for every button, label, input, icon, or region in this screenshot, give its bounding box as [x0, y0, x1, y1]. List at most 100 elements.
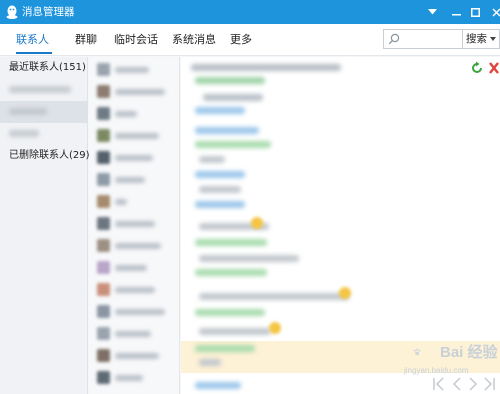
- search-input[interactable]: [383, 29, 463, 49]
- blurred-label: [115, 287, 155, 293]
- prev-page-icon[interactable]: [450, 376, 464, 392]
- list-item[interactable]: [89, 191, 179, 213]
- qq-penguin-icon: [6, 5, 18, 19]
- avatar: [97, 107, 110, 120]
- list-item[interactable]: [89, 81, 179, 103]
- blurred-label: [115, 177, 145, 183]
- blurred-label: [115, 243, 161, 249]
- tab-contacts[interactable]: 联系人: [16, 33, 49, 47]
- avatar: [97, 261, 110, 274]
- contact-list: [89, 57, 180, 394]
- blurred-text: [195, 269, 267, 276]
- list-item[interactable]: [89, 279, 179, 301]
- refresh-icon[interactable]: [470, 61, 484, 75]
- blurred-label: [115, 89, 165, 95]
- group-label: 已删除联系人(29): [9, 150, 90, 161]
- blurred-label: [115, 331, 151, 337]
- list-item[interactable]: [89, 169, 179, 191]
- next-page-icon[interactable]: [466, 376, 480, 392]
- tab-group-chat[interactable]: 群聊: [75, 33, 97, 47]
- window-title: 消息管理器: [22, 6, 75, 18]
- blurred-text: [195, 141, 271, 148]
- group-recent-contacts[interactable]: 最近联系人(151): [0, 57, 88, 79]
- list-item[interactable]: [89, 235, 179, 257]
- blurred-text: [199, 293, 349, 300]
- blurred-label: [115, 133, 159, 139]
- group-blurred-2[interactable]: [0, 101, 88, 123]
- blurred-text: [203, 94, 263, 101]
- list-item[interactable]: [89, 301, 179, 323]
- search-button-label: 搜索: [466, 33, 487, 45]
- first-page-icon[interactable]: [432, 376, 446, 392]
- list-item[interactable]: [89, 257, 179, 279]
- blurred-label: [9, 129, 39, 137]
- avatar: [97, 327, 110, 340]
- blurred-label: [115, 67, 149, 73]
- blurred-label: [115, 111, 137, 117]
- blurred-label: [115, 221, 155, 227]
- search-icon: [388, 33, 400, 45]
- avatar: [97, 85, 110, 98]
- blurred-text: [195, 382, 241, 389]
- list-item[interactable]: [89, 323, 179, 345]
- baidu-paw-logo: [413, 348, 421, 356]
- group-deleted-contacts[interactable]: 已删除联系人(29): [0, 145, 90, 167]
- avatar: [97, 217, 110, 230]
- blurred-label: [115, 265, 147, 271]
- message-manager-window: 消息管理器 联系人 群聊 临时会话 系统消息 更多 搜索 最近联系人(151): [0, 0, 500, 394]
- avatar: [97, 305, 110, 318]
- blurred-label: [115, 199, 127, 205]
- list-item[interactable]: [89, 125, 179, 147]
- list-item[interactable]: [89, 367, 179, 389]
- tab-system-messages[interactable]: 系统消息: [172, 33, 216, 47]
- avatar: [97, 239, 110, 252]
- list-item[interactable]: [89, 103, 179, 125]
- avatar: [97, 63, 110, 76]
- avatar: [97, 151, 110, 164]
- tab-more[interactable]: 更多: [230, 33, 252, 47]
- blurred-text: [195, 171, 245, 178]
- blurred-text: [195, 309, 265, 316]
- dropdown-arrow-icon[interactable]: [420, 0, 444, 24]
- group-blurred-1[interactable]: [0, 79, 88, 101]
- blurred-text: [199, 359, 221, 366]
- blurred-label: [115, 353, 159, 359]
- blurred-text: [191, 64, 341, 71]
- blurred-text: [195, 77, 265, 84]
- avatar: [97, 349, 110, 362]
- group-blurred-3[interactable]: [0, 123, 88, 145]
- emoji-icon: [339, 287, 351, 299]
- tab-temp-session[interactable]: 临时会话: [114, 33, 158, 47]
- blurred-label: [115, 309, 165, 315]
- close-icon[interactable]: [484, 0, 500, 24]
- blurred-text: [195, 239, 267, 246]
- blurred-text: [199, 255, 299, 262]
- blurred-text: [199, 156, 225, 163]
- watermark-subtext: jingyan.baidu.com: [404, 366, 469, 375]
- search-button[interactable]: 搜索: [463, 29, 500, 49]
- contact-group-pane: 最近联系人(151) 已删除联系人(29): [0, 57, 90, 394]
- list-item[interactable]: [89, 213, 179, 235]
- list-item[interactable]: [89, 59, 179, 81]
- last-page-icon[interactable]: [482, 376, 496, 392]
- blurred-text: [195, 201, 245, 208]
- avatar: [97, 371, 110, 384]
- blurred-text: [195, 107, 245, 114]
- active-tab-indicator: [16, 52, 52, 54]
- blurred-text: [199, 328, 271, 335]
- list-item[interactable]: [89, 345, 179, 367]
- group-label: 最近联系人(151): [9, 62, 86, 73]
- blurred-label: [9, 85, 71, 93]
- avatar: [97, 173, 110, 186]
- blurred-text: [195, 127, 259, 134]
- blurred-label: [9, 107, 47, 115]
- list-item[interactable]: [89, 147, 179, 169]
- emoji-icon: [251, 217, 263, 229]
- blurred-text: [199, 186, 241, 193]
- emoji-icon: [269, 322, 281, 334]
- delete-icon[interactable]: [488, 61, 500, 75]
- avatar: [97, 129, 110, 142]
- blurred-label: [115, 155, 153, 161]
- blurred-label: [115, 375, 143, 381]
- chevron-down-icon: [490, 37, 496, 41]
